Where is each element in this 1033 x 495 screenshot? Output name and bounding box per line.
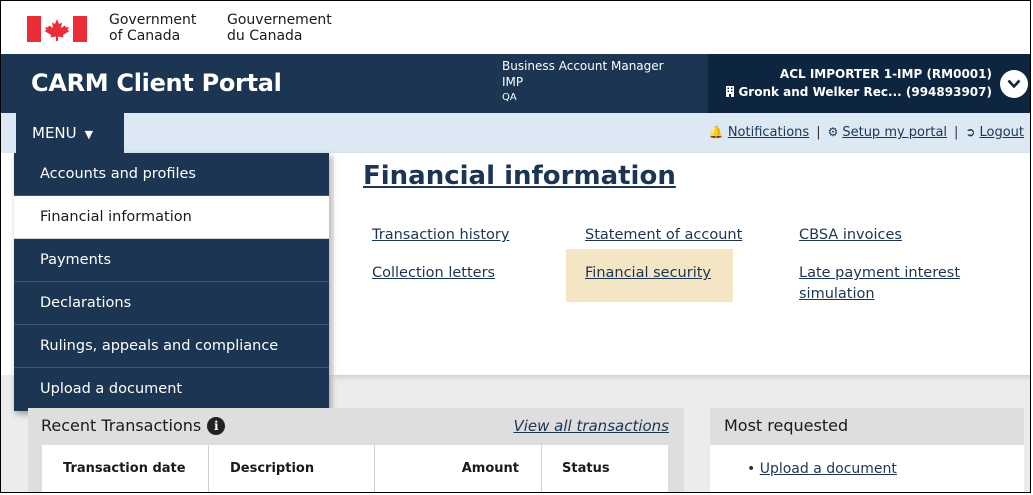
- upload-document-link[interactable]: Upload a document: [760, 461, 897, 477]
- most-requested-list: • Upload a document: [710, 445, 1024, 492]
- portal-header: CARM Client Portal Business Account Mana…: [1, 54, 1030, 113]
- gear-icon: ⚙: [827, 125, 839, 139]
- canada-flag-icon: [27, 16, 87, 42]
- utility-links: 🔔 Notifications | ⚙ Setup my portal | ➲ Logout: [709, 125, 1024, 140]
- recent-transactions-card: Recent Transactions i View all transactio…: [28, 408, 684, 492]
- view-all-transactions-link[interactable]: View all transactions: [513, 417, 669, 435]
- column-header-status[interactable]: Status: [542, 445, 668, 492]
- sub-account-name: Gronk and Welker Rec... (994893907): [738, 85, 992, 99]
- menu-item-accounts-profiles[interactable]: Accounts and profiles: [14, 153, 329, 196]
- bell-icon: 🔔: [708, 125, 724, 139]
- financial-info-panel: Financial information Transaction histor…: [334, 153, 1030, 375]
- column-header-transaction-date[interactable]: Transaction date: [42, 445, 209, 492]
- role-line3: QA: [502, 92, 517, 103]
- menu-item-payments[interactable]: Payments: [14, 239, 329, 282]
- cbsa-invoices-link[interactable]: CBSA invoices: [799, 225, 902, 246]
- main-menu-dropdown: Accounts and profiles Financial informat…: [14, 153, 329, 411]
- page-title[interactable]: Financial information: [363, 161, 676, 191]
- list-item: • Upload a document: [747, 461, 897, 477]
- chevron-down-icon: [1007, 79, 1021, 89]
- sign-out-icon: ➲: [965, 125, 976, 139]
- menu-item-financial-information[interactable]: Financial information: [14, 196, 329, 239]
- late-payment-line1: Late payment interest: [799, 265, 961, 281]
- divider: |: [954, 125, 959, 140]
- menu-label: MENU: [32, 124, 77, 142]
- account-selector[interactable]: ACL IMPORTER 1-IMP (RM0001) Gronk and We…: [708, 54, 1030, 113]
- goc-en-line2: of Canada: [109, 28, 181, 44]
- divider: |: [816, 125, 821, 140]
- goc-wordmark-en: Government of Canada: [109, 12, 196, 44]
- most-requested-card: Most requested • Upload a document: [710, 408, 1024, 492]
- menu-item-rulings[interactable]: Rulings, appeals and compliance: [14, 325, 329, 368]
- account-name: ACL IMPORTER 1-IMP (RM0001): [779, 67, 992, 81]
- collection-letters-link[interactable]: Collection letters: [372, 263, 495, 284]
- role-line1: Business Account Manager: [502, 59, 664, 73]
- account-toggle-button[interactable]: [1000, 70, 1028, 98]
- portal-title[interactable]: CARM Client Portal: [31, 69, 282, 97]
- notifications-link[interactable]: Notifications: [728, 125, 809, 140]
- menu-item-declarations[interactable]: Declarations: [14, 282, 329, 325]
- late-payment-interest-link[interactable]: Late payment interest simulation: [799, 263, 960, 305]
- recent-transactions-label: Recent Transactions: [41, 416, 202, 435]
- goc-fr-line1: Gouvernement: [227, 12, 332, 28]
- goc-wordmark-fr: Gouvernement du Canada: [227, 12, 332, 44]
- financial-security-link[interactable]: Financial security: [585, 263, 711, 284]
- chevron-down-icon: ▼: [84, 128, 94, 141]
- statement-of-account-link[interactable]: Statement of account: [585, 225, 742, 246]
- column-header-amount[interactable]: Amount: [375, 445, 542, 492]
- recent-transactions-title: Recent Transactions i: [41, 416, 226, 435]
- menu-button[interactable]: MENU ▼: [16, 113, 124, 153]
- transactions-table: Transaction date Description Amount Stat…: [42, 445, 668, 492]
- user-role: Business Account Manager IMP QA: [502, 58, 664, 106]
- menu-item-upload-document[interactable]: Upload a document: [14, 368, 329, 411]
- transaction-history-link[interactable]: Transaction history: [372, 225, 509, 246]
- app-frame: Government of Canada Gouvernement du Can…: [0, 0, 1031, 493]
- menu-bar: MENU ▼ 🔔 Notifications | ⚙ Setup my portal | ➲ L…: [1, 113, 1030, 153]
- building-icon: [726, 86, 735, 97]
- role-line2: IMP: [502, 75, 524, 89]
- column-header-description[interactable]: Description: [209, 445, 375, 492]
- goc-banner: Government of Canada Gouvernement du Can…: [1, 1, 1030, 54]
- most-requested-title: Most requested: [724, 416, 849, 435]
- late-payment-line2: simulation: [799, 286, 875, 302]
- sub-account: Gronk and Welker Rec... (994893907): [725, 85, 992, 99]
- logout-link[interactable]: Logout: [979, 125, 1024, 140]
- setup-portal-link[interactable]: Setup my portal: [842, 125, 947, 140]
- info-icon[interactable]: i: [207, 417, 226, 435]
- goc-fr-line2: du Canada: [227, 28, 303, 44]
- goc-en-line1: Government: [109, 12, 197, 28]
